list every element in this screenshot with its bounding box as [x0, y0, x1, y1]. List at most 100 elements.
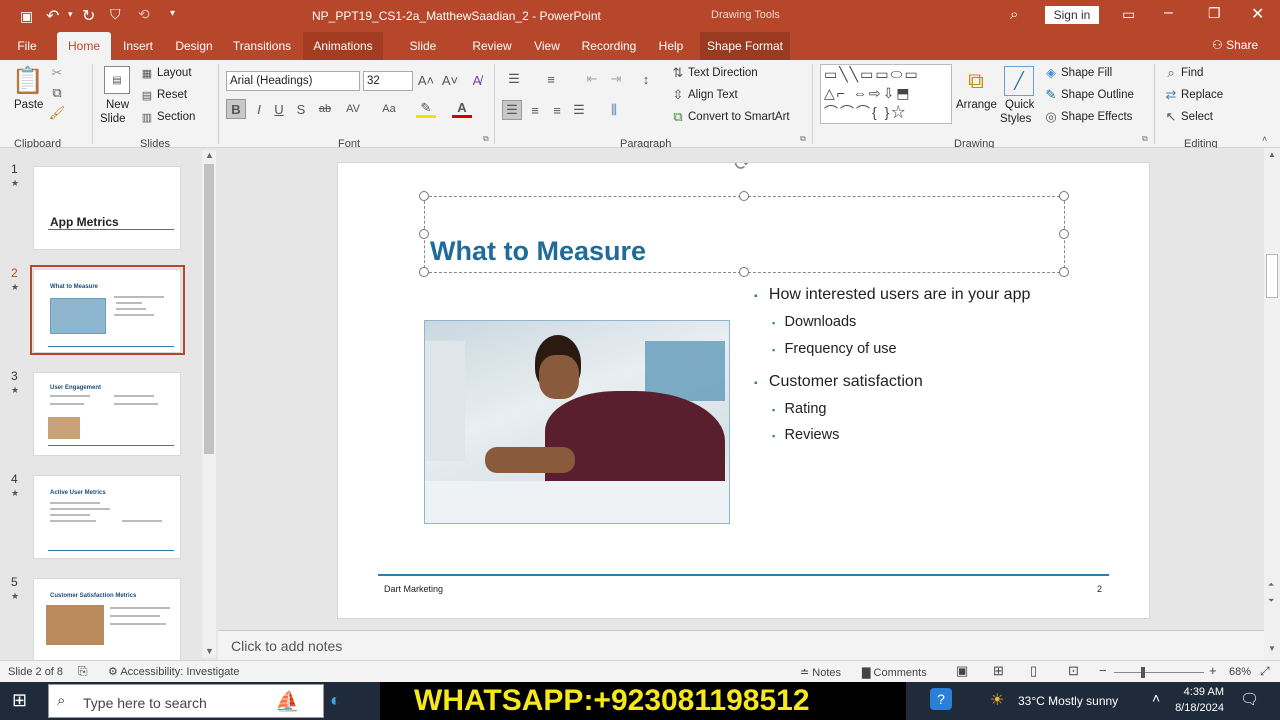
collapse-ribbon-icon[interactable]: ˄	[1262, 134, 1267, 144]
format-painter-icon[interactable]: 🖌	[49, 105, 66, 120]
shape-effects-button[interactable]: Shape Effects	[1061, 111, 1132, 123]
shadow-button[interactable]: S	[294, 101, 308, 117]
resize-handle[interactable]	[1059, 267, 1069, 277]
arrange-button[interactable]: Arrange	[956, 99, 997, 111]
search-icon[interactable]: ⌕	[1010, 6, 1018, 23]
section-button[interactable]: Section	[157, 111, 195, 123]
help-icon[interactable]: ?	[930, 688, 952, 710]
slide-scrollbar[interactable]: ▲ ⏶ ⏷ ▼	[1264, 148, 1280, 660]
slideshow-view-icon[interactable]: ⊡	[1068, 663, 1079, 679]
accessibility-button[interactable]: ⚙ Accessibility: Investigate	[108, 665, 240, 678]
bullet-item-1[interactable]: ▪ How interested users are in your app	[754, 286, 1030, 304]
justify-icon[interactable]: ☰	[570, 101, 588, 119]
share-button[interactable]: ⚇ Share	[1212, 38, 1258, 52]
notes-placeholder[interactable]: Click to add notes	[231, 638, 342, 654]
redo-icon[interactable]: ↻	[82, 6, 95, 26]
scroll-thumb[interactable]	[204, 164, 214, 454]
arrange-icon[interactable]: ⧉	[956, 66, 996, 96]
slide-thumbnail-1[interactable]: App Metrics	[33, 166, 181, 250]
copy-icon[interactable]: ⧉	[50, 85, 64, 100]
tab-view[interactable]: View	[532, 32, 562, 60]
new-slide-icon[interactable]: ▤	[104, 66, 130, 94]
paragraph-dialog-launcher-icon[interactable]: ⧉	[800, 134, 806, 144]
change-case-button[interactable]: Aa	[376, 101, 402, 117]
maximize-icon[interactable]: ❐	[1208, 5, 1221, 22]
quick-styles-button-2[interactable]: Styles	[1000, 113, 1031, 125]
next-slide-icon[interactable]: ⏷	[1268, 596, 1274, 606]
zoom-level[interactable]: 68%	[1229, 666, 1251, 678]
quick-styles-icon[interactable]: ╱	[1004, 66, 1034, 96]
line-spacing-icon[interactable]: ↕	[636, 70, 656, 88]
tab-review[interactable]: Review	[472, 32, 512, 60]
tab-transitions[interactable]: Transitions	[232, 32, 292, 60]
cut-icon[interactable]: ✂	[50, 65, 64, 80]
text-direction-button[interactable]: Text Direction	[688, 67, 758, 79]
scroll-up-icon[interactable]: ▲	[1268, 150, 1276, 159]
numbering-icon[interactable]: ≡	[540, 70, 562, 88]
layout-button[interactable]: Layout	[157, 67, 192, 79]
tab-shape-format[interactable]: Shape Format	[700, 32, 790, 60]
slide-thumbnail-2[interactable]: What to Measure	[33, 269, 181, 353]
select-button[interactable]: Select	[1181, 111, 1213, 123]
replace-button[interactable]: Replace	[1181, 89, 1223, 101]
slide-canvas[interactable]: ⟳ What to Measure ▪ How interested users…	[337, 162, 1150, 619]
align-text-button[interactable]: Align Text	[688, 89, 738, 101]
comments-button[interactable]: ▇ Comments	[862, 666, 927, 679]
align-left-icon[interactable]: ☰	[502, 100, 522, 120]
slide-sorter-icon[interactable]: ⊞	[993, 663, 1004, 679]
paste-button[interactable]: Paste	[14, 99, 43, 111]
resize-handle[interactable]	[419, 191, 429, 201]
customize-qat-icon[interactable]: ▾	[170, 8, 175, 19]
strikethrough-button[interactable]: ab	[316, 101, 334, 117]
scroll-thumb[interactable]	[1266, 254, 1278, 298]
font-color-icon[interactable]: A	[452, 100, 472, 118]
clear-format-icon[interactable]: A̸	[468, 72, 486, 88]
tab-insert[interactable]: Insert	[118, 32, 158, 60]
underline-button[interactable]: U	[272, 101, 286, 117]
notes-pane[interactable]: Click to add notes	[218, 630, 1264, 660]
photo-man-using-phone[interactable]	[424, 320, 730, 524]
slide-number[interactable]: 2	[1097, 584, 1102, 594]
notes-button[interactable]: ≐ Notes	[800, 666, 841, 679]
tab-animations[interactable]: Animations	[303, 32, 383, 60]
bullet-item-6[interactable]: ▪ Reviews	[772, 427, 839, 443]
clock-date[interactable]: 8/18/2024	[1170, 702, 1224, 714]
normal-view-icon[interactable]: ▣	[956, 663, 968, 679]
columns-icon[interactable]: ⫼	[600, 101, 628, 119]
zoom-out-icon[interactable]: −	[1099, 663, 1107, 678]
align-center-icon[interactable]: ≡	[526, 101, 544, 119]
weather-icon[interactable]: ☀	[990, 690, 1004, 710]
convert-smartart-button[interactable]: Convert to SmartArt	[688, 111, 790, 123]
windows-start-icon[interactable]: ⊞	[12, 690, 27, 711]
thumbnail-scrollbar[interactable]: ▲ ▼	[202, 150, 216, 658]
present-icon[interactable]: ⛉	[110, 6, 121, 23]
ribbon-display-icon[interactable]: ▭	[1122, 6, 1135, 23]
tab-file[interactable]: File	[10, 32, 44, 60]
increase-indent-icon[interactable]: ⇥	[608, 70, 624, 88]
repeat-icon[interactable]: ⟲	[138, 6, 150, 23]
slide-title[interactable]: What to Measure	[430, 236, 646, 267]
resize-handle[interactable]	[419, 267, 429, 277]
zoom-slider-thumb[interactable]	[1141, 667, 1145, 678]
edge-icon[interactable]: ◐	[330, 690, 341, 711]
resize-handle[interactable]	[1059, 191, 1069, 201]
font-dialog-launcher-icon[interactable]: ⧉	[483, 134, 489, 144]
tab-home[interactable]: Home	[57, 32, 111, 60]
find-button[interactable]: Find	[1181, 67, 1203, 79]
footer-text[interactable]: Dart Marketing	[384, 584, 443, 594]
slide-thumbnail-3[interactable]: User Engagement	[33, 372, 181, 456]
minimize-icon[interactable]: –	[1164, 4, 1173, 22]
highlight-icon[interactable]: ✎	[416, 100, 436, 118]
resize-handle[interactable]	[739, 191, 749, 201]
bullet-item-2[interactable]: ▪ Downloads	[772, 314, 856, 330]
slide-thumbnail-4[interactable]: Active User Metrics	[33, 475, 181, 559]
paste-icon[interactable]: 📋	[12, 64, 44, 96]
tab-recording[interactable]: Recording	[580, 32, 638, 60]
resize-handle[interactable]	[419, 229, 429, 239]
spelling-icon[interactable]: ⎘	[78, 664, 88, 679]
tab-slideshow[interactable]: Slide Show	[393, 32, 453, 81]
tab-design[interactable]: Design	[172, 32, 216, 60]
shapes-gallery[interactable]: ▭╲╲▭▭⬭▭ △⌐ ⇔⇨⇩⬒ ⌒⌒⌒{ }☆	[820, 64, 952, 124]
bullet-item-3[interactable]: ▪ Frequency of use	[772, 341, 897, 357]
quick-styles-button[interactable]: Quick	[1005, 99, 1034, 111]
